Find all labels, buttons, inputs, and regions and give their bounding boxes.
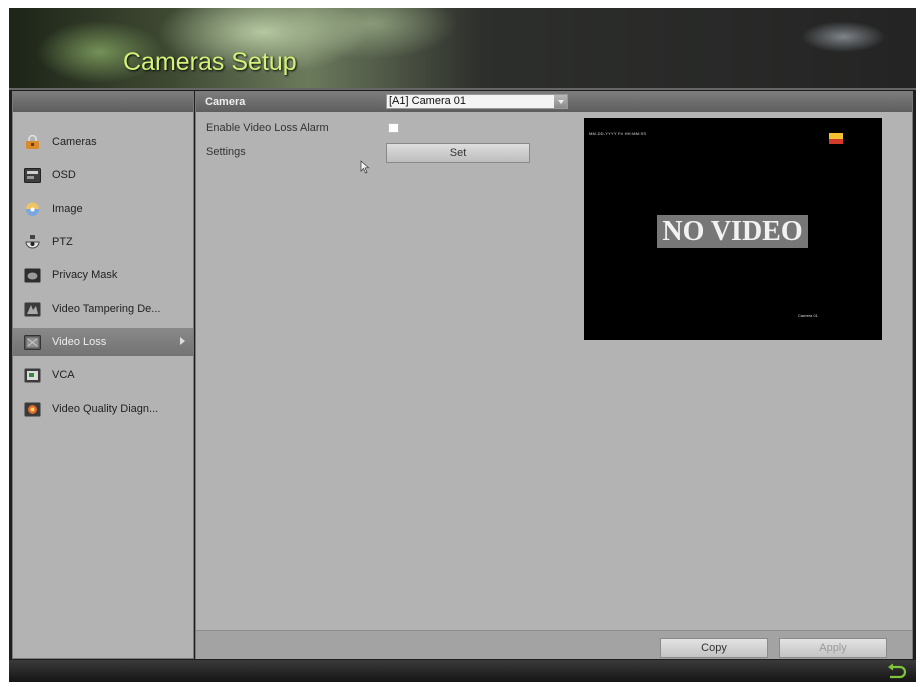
enable-video-loss-alarm-checkbox[interactable]	[388, 123, 399, 133]
sidebar: Cameras OSD Image PTZ Privacy Mask Video…	[12, 91, 194, 659]
osd-icon	[24, 167, 41, 183]
sidebar-item-osd[interactable]: OSD	[13, 161, 193, 189]
vca-icon	[24, 368, 41, 383]
set-button[interactable]: Set	[386, 143, 530, 163]
chevron-down-icon	[557, 99, 564, 104]
sidebar-item-image[interactable]: Image	[13, 195, 193, 223]
main-window: Cameras Setup Cameras OSD Image PTZ Priv…	[9, 8, 916, 682]
sidebar-item-video-tampering[interactable]: Video Tampering De...	[13, 295, 193, 323]
camera-select[interactable]: [A1] Camera 01	[386, 94, 568, 109]
image-icon	[24, 202, 41, 217]
banner-divider	[9, 88, 916, 90]
camera-header-row: Camera [A1] Camera 01	[196, 92, 912, 112]
chevron-right-icon	[180, 337, 185, 345]
mouse-pointer-icon	[360, 160, 370, 174]
dropdown-button[interactable]	[554, 95, 567, 108]
camera-select-value: [A1] Camera 01	[389, 95, 467, 107]
sidebar-item-privacy-mask[interactable]: Privacy Mask	[13, 261, 193, 289]
video-loss-icon	[24, 334, 41, 350]
sidebar-item-label: PTZ	[52, 236, 73, 248]
osd-camera-name: Camera 01	[798, 313, 818, 318]
sidebar-item-vca[interactable]: VCA	[13, 361, 193, 389]
sidebar-item-label: OSD	[52, 169, 76, 181]
page-title: Cameras Setup	[123, 48, 297, 76]
recording-indicator-icon	[829, 133, 843, 144]
privacy-mask-icon	[24, 268, 41, 283]
action-footer: Copy Apply	[196, 630, 912, 659]
no-video-label: NO VIDEO	[657, 215, 808, 248]
content-panel: Camera [A1] Camera 01 Enable Video Loss …	[195, 91, 913, 659]
sidebar-item-video-quality[interactable]: Video Quality Diagn...	[13, 395, 193, 423]
sidebar-header	[13, 92, 193, 112]
video-quality-icon	[24, 402, 41, 417]
title-banner: Cameras Setup	[9, 8, 916, 88]
sidebar-item-label: Video Quality Diagn...	[52, 403, 159, 415]
video-preview: MM-DD-YYYY Fri HH:MM:SS NO VIDEO Camera …	[584, 118, 882, 340]
camera-label: Camera	[205, 96, 246, 108]
copy-button[interactable]: Copy	[660, 638, 768, 658]
sidebar-item-label: VCA	[52, 369, 75, 381]
apply-button[interactable]: Apply	[779, 638, 887, 658]
sidebar-item-cameras[interactable]: Cameras	[13, 128, 193, 156]
settings-label: Settings	[206, 146, 246, 158]
sidebar-item-label: Privacy Mask	[52, 269, 118, 281]
ptz-dome-icon	[24, 234, 41, 250]
sidebar-item-label: Video Loss	[52, 336, 107, 348]
video-tampering-icon	[24, 302, 41, 317]
enable-video-loss-alarm-label: Enable Video Loss Alarm	[206, 122, 329, 134]
sidebar-item-label: Cameras	[52, 136, 97, 148]
sidebar-item-label: Video Tampering De...	[52, 303, 161, 315]
sidebar-item-ptz[interactable]: PTZ	[13, 228, 193, 256]
bottom-bar	[9, 660, 916, 682]
sidebar-item-label: Image	[52, 203, 83, 215]
camera-lock-icon	[24, 134, 41, 150]
osd-datetime: MM-DD-YYYY Fri HH:MM:SS	[589, 131, 647, 136]
sidebar-item-video-loss[interactable]: Video Loss	[13, 328, 193, 356]
back-arrow-icon[interactable]	[886, 663, 908, 679]
